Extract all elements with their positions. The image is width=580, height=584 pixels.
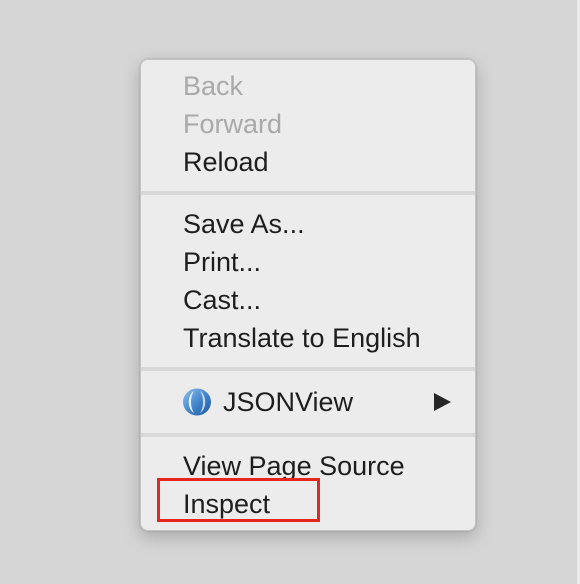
menu-item-view-page-source[interactable]: View Page Source	[183, 447, 405, 485]
menu-item-forward[interactable]: Forward	[183, 105, 282, 143]
menu-item-save-as[interactable]: Save As...	[183, 205, 305, 243]
menu-item-back[interactable]: Back	[183, 67, 243, 105]
menu-item-print[interactable]: Print...	[183, 243, 261, 281]
menu-separator	[141, 191, 475, 195]
menu-item-cast[interactable]: Cast...	[183, 281, 261, 319]
menu-item-translate[interactable]: Translate to English	[183, 319, 421, 357]
submenu-arrow-icon	[434, 393, 451, 411]
menu-separator	[141, 367, 475, 371]
jsonview-extension-icon	[181, 387, 213, 417]
context-menu: Back Forward Reload Save As... Print... …	[140, 59, 476, 531]
menu-item-reload[interactable]: Reload	[183, 143, 269, 181]
menu-item-label: JSONView	[223, 387, 354, 417]
menu-item-jsonview[interactable]: JSONView	[141, 383, 475, 421]
menu-separator	[141, 433, 475, 437]
menu-item-inspect[interactable]: Inspect	[183, 485, 270, 523]
